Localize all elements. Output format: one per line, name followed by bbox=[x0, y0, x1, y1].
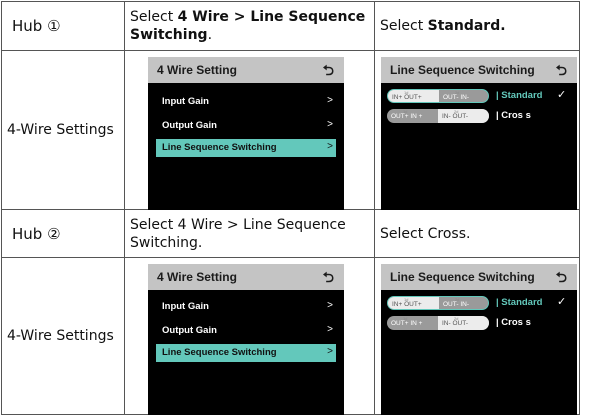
menu-screen-title: 4 Wire Setting bbox=[157, 63, 237, 77]
section-label: 4-Wire Settings bbox=[1, 50, 125, 210]
chevron-right-icon: > bbox=[327, 141, 333, 152]
menu-item-label: Line Sequence Switching bbox=[162, 347, 277, 358]
wiring-pill: 1# IN+ OUT+ 2# OUT- IN- bbox=[387, 89, 489, 103]
pill-text: OUT- IN- bbox=[443, 94, 469, 101]
option-label: | Cros s bbox=[496, 317, 531, 328]
result-bold-text: Standard. bbox=[427, 18, 506, 34]
chevron-right-icon: > bbox=[327, 95, 333, 106]
menu-item-input-gain[interactable]: Input Gain > bbox=[156, 298, 336, 316]
sequence-option-standard[interactable]: 1# IN+ OUT+ 2# OUT- IN- | Standard ✓ bbox=[387, 295, 571, 311]
settings-row-1: 4-Wire Settings 4 Wire Setting ⮌ Input G… bbox=[1, 50, 580, 210]
menu-item-output-gain[interactable]: Output Gain > bbox=[156, 322, 336, 340]
pill-text: OUT+ IN + bbox=[391, 320, 423, 327]
hub-result: Select Cross. bbox=[374, 209, 580, 258]
back-arrow-icon[interactable]: ⮌ bbox=[323, 267, 334, 291]
result-text: Select bbox=[380, 18, 428, 34]
instruction-text: Select bbox=[130, 9, 178, 25]
sequence-screen: Line Sequence Switching ⮌ 1# IN+ OUT+ 2#… bbox=[381, 57, 577, 210]
hub-instruction: Select 4 Wire > Line Sequence Switching. bbox=[124, 1, 375, 51]
sequence-screen-cell: Line Sequence Switching ⮌ 1# IN+ OUT+ 2#… bbox=[374, 257, 580, 415]
pill-right-half: 2# OUT- IN- bbox=[439, 90, 488, 102]
menu-screen-header: 4 Wire Setting ⮌ bbox=[148, 264, 344, 290]
hub-label: Hub ① bbox=[1, 1, 125, 51]
sequence-screen-cell: Line Sequence Switching ⮌ 1# IN+ OUT+ 2#… bbox=[374, 50, 580, 210]
pill-text: IN+ OUT+ bbox=[392, 301, 422, 308]
option-label: | Standard bbox=[496, 297, 543, 308]
section-label: 4-Wire Settings bbox=[1, 257, 125, 415]
menu-item-label: Line Sequence Switching bbox=[162, 142, 277, 153]
menu-item-label: Output Gain bbox=[162, 325, 217, 336]
pill-text: OUT+ IN + bbox=[391, 113, 423, 120]
menu-screen-title: 4 Wire Setting bbox=[157, 270, 237, 284]
menu-item-line-sequence-switching[interactable]: Line Sequence Switching > bbox=[156, 139, 336, 157]
sequence-option-standard[interactable]: 1# IN+ OUT+ 2# OUT- IN- | Standard ✓ bbox=[387, 88, 571, 104]
option-label: | Standard bbox=[496, 90, 543, 101]
wiring-pill: 1# OUT+ IN + 2# IN- OUT- bbox=[387, 316, 489, 330]
sequence-screen-title: Line Sequence Switching bbox=[390, 63, 535, 77]
menu-screen-cell: 4 Wire Setting ⮌ Input Gain > Output Gai… bbox=[124, 50, 375, 210]
pill-right-half: 2# IN- OUT- bbox=[438, 109, 489, 123]
menu-screen: 4 Wire Setting ⮌ Input Gain > Output Gai… bbox=[148, 264, 344, 415]
menu-item-label: Input Gain bbox=[162, 301, 209, 312]
back-arrow-icon[interactable]: ⮌ bbox=[556, 60, 567, 84]
menu-screen-header: 4 Wire Setting ⮌ bbox=[148, 57, 344, 83]
menu-screen-cell: 4 Wire Setting ⮌ Input Gain > Output Gai… bbox=[124, 257, 375, 415]
hub-instruction: Select 4 Wire > Line Sequence Switching. bbox=[124, 209, 375, 258]
menu-item-label: Output Gain bbox=[162, 120, 217, 131]
pill-right-half: 2# OUT- IN- bbox=[439, 297, 488, 309]
menu-item-label: Input Gain bbox=[162, 96, 209, 107]
chevron-right-icon: > bbox=[327, 300, 333, 311]
pill-text: OUT- IN- bbox=[443, 301, 469, 308]
wiring-pill: 1# OUT+ IN + 2# IN- OUT- bbox=[387, 109, 489, 123]
pill-left-half: 1# IN+ OUT+ bbox=[388, 297, 439, 309]
check-icon: ✓ bbox=[557, 296, 567, 308]
hub-result: Select Standard. bbox=[374, 1, 580, 51]
menu-item-input-gain[interactable]: Input Gain > bbox=[156, 93, 336, 111]
pill-left-half: 1# OUT+ IN + bbox=[387, 109, 438, 123]
hub-row-1: Hub ① Select 4 Wire > Line Sequence Swit… bbox=[1, 1, 580, 51]
pill-text: IN- OUT- bbox=[442, 320, 468, 327]
instruction-suffix: . bbox=[207, 27, 213, 43]
settings-row-2: 4-Wire Settings 4 Wire Setting ⮌ Input G… bbox=[1, 257, 580, 415]
hub-row-2: Hub ② Select 4 Wire > Line Sequence Swit… bbox=[1, 209, 580, 258]
pill-right-half: 2# IN- OUT- bbox=[438, 316, 489, 330]
option-label: | Cros s bbox=[496, 110, 531, 121]
pill-text: IN+ OUT+ bbox=[392, 94, 422, 101]
menu-screen: 4 Wire Setting ⮌ Input Gain > Output Gai… bbox=[148, 57, 344, 210]
check-icon: ✓ bbox=[557, 89, 567, 101]
sequence-screen-header: Line Sequence Switching ⮌ bbox=[381, 57, 577, 83]
sequence-screen-header: Line Sequence Switching ⮌ bbox=[381, 264, 577, 290]
pill-left-half: 1# IN+ OUT+ bbox=[388, 90, 439, 102]
back-arrow-icon[interactable]: ⮌ bbox=[556, 267, 567, 291]
chevron-right-icon: > bbox=[327, 324, 333, 335]
sequence-option-cross[interactable]: 1# OUT+ IN + 2# IN- OUT- | Cros s bbox=[387, 108, 571, 124]
back-arrow-icon[interactable]: ⮌ bbox=[323, 60, 334, 84]
sequence-screen-title: Line Sequence Switching bbox=[390, 270, 535, 284]
hub-label: Hub ② bbox=[1, 209, 125, 258]
menu-item-output-gain[interactable]: Output Gain > bbox=[156, 117, 336, 135]
chevron-right-icon: > bbox=[327, 119, 333, 130]
pill-left-half: 1# OUT+ IN + bbox=[387, 316, 438, 330]
pill-text: IN- OUT- bbox=[442, 113, 468, 120]
sequence-option-cross[interactable]: 1# OUT+ IN + 2# IN- OUT- | Cros s bbox=[387, 315, 571, 331]
chevron-right-icon: > bbox=[327, 346, 333, 357]
instruction-table: Hub ① Select 4 Wire > Line Sequence Swit… bbox=[1, 1, 580, 415]
wiring-pill: 1# IN+ OUT+ 2# OUT- IN- bbox=[387, 296, 489, 310]
menu-item-line-sequence-switching[interactable]: Line Sequence Switching > bbox=[156, 344, 336, 362]
sequence-screen: Line Sequence Switching ⮌ 1# IN+ OUT+ 2#… bbox=[381, 264, 577, 415]
